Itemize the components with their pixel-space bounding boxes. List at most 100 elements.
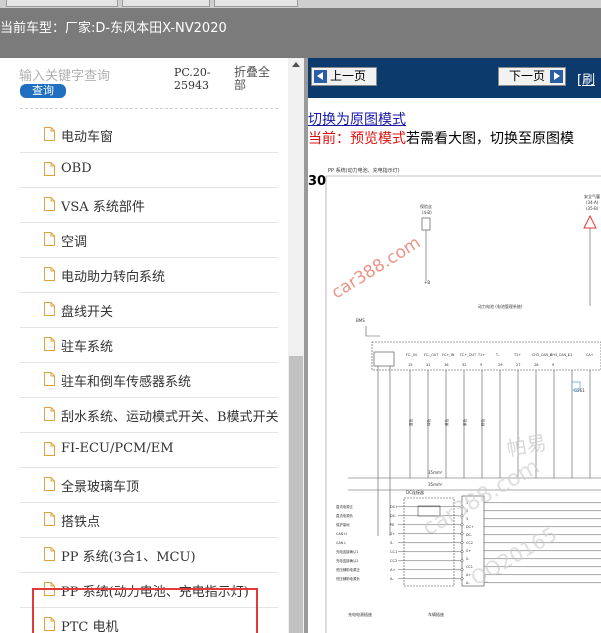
tree-item-label: 驻车和倒车传感器系统 <box>61 375 192 390</box>
prev-page-button[interactable]: 上一页 <box>311 67 377 86</box>
tree-item[interactable]: 空调 <box>20 223 278 258</box>
dc-left-pin: S- <box>390 541 394 545</box>
toolbar-tab[interactable] <box>6 0 118 7</box>
connector-pin-name: CA+ <box>586 353 594 357</box>
dc-connector-label: DC连接器 <box>406 489 424 495</box>
wire-color-label: 紫色 <box>462 418 467 426</box>
wire-size-label: 35mm² <box>428 470 443 475</box>
tree-item-label: PTC 电机 <box>61 620 119 633</box>
tree-item-label: PP 系统(3合1、MCU) <box>61 550 196 565</box>
dc-left-pin: CC2 <box>390 559 397 563</box>
dc-left-pin: CC1 <box>390 550 397 554</box>
tree-item[interactable]: PP 系统(3合1、MCU) <box>20 538 278 573</box>
tree-item-label: 刮水系统、运动模式开关、B模式开关 <box>61 410 279 425</box>
switch-original-mode-link[interactable]: 切换为原图模式 <box>308 109 406 129</box>
connector-pin-name: FC-_OUT <box>424 353 439 357</box>
wiring-diagram[interactable]: PP 系统(动力电池、充电指示灯) 30 保险丝 (4-B) +B 安全气囊 (… <box>308 156 601 633</box>
tree-item-label: 搭铁点 <box>61 515 101 530</box>
tree-item-label: PP 系统(动力电池、充电指示灯) <box>61 585 249 600</box>
tree-item-label: OBD <box>61 161 92 176</box>
wire-color-label: 蓝色 <box>408 418 413 426</box>
tree-item[interactable]: 电动助力转向系统 <box>20 258 278 293</box>
bms-label: BMS <box>356 318 365 323</box>
toolbar-tab[interactable] <box>122 0 210 7</box>
tree-item[interactable]: 刮水系统、运动模式开关、B模式开关 <box>20 398 279 433</box>
tree-item-label: 空调 <box>61 235 88 250</box>
dc-left-label: 充电连接确认1 <box>336 549 359 554</box>
dc-left-label: CAN H <box>336 532 347 536</box>
toolbar-tab[interactable] <box>214 0 298 7</box>
dc-right-pin: S+ <box>466 549 471 553</box>
section-label: 动力电池 (电池管理系统) <box>478 303 523 309</box>
connector-pin-number: 27 <box>516 363 521 367</box>
refresh-link[interactable]: [刷 <box>577 69 595 88</box>
tree-item[interactable]: OBD <box>20 153 278 188</box>
dc-right-pin: S- <box>466 557 470 561</box>
connector-pin-name: C2 <box>568 353 573 357</box>
dc-left-pin: A- <box>390 577 394 581</box>
viewer-nav-bar: 上一页 下一页 [刷 <box>308 58 601 98</box>
vehicle-label: 当前车型： <box>0 21 66 36</box>
tree-item[interactable]: 驻车和倒车传感器系统 <box>20 363 278 398</box>
tree-item[interactable]: 搭铁点 <box>20 503 278 538</box>
connector-pins: FC-_IN FC-_OUT FC+_IN FC+_OUT T1+ T- T2+ CH3_CA… <box>406 353 594 367</box>
tree-item[interactable]: 盘线开关 <box>20 293 278 328</box>
prev-page-label: 上一页 <box>330 69 367 83</box>
tree-item-label: 电动车窗 <box>61 130 114 145</box>
dc-left-pin: A+ <box>390 568 395 572</box>
connector-pin-number: 31 <box>426 363 431 367</box>
dc-right-pin: CC2 <box>466 541 473 545</box>
tree-item[interactable]: 驻车系统 <box>20 328 278 363</box>
sidebar-scrollbar[interactable] <box>288 58 304 633</box>
dc-left-label: 保护接地 <box>336 522 350 527</box>
connector-pin-number: 5 <box>480 363 482 367</box>
tree-item[interactable]: FI-ECU/PCM/EM <box>20 433 278 468</box>
query-button[interactable]: 查询 <box>20 84 66 98</box>
scroll-thumb[interactable] <box>289 356 303 633</box>
next-page-label: 下一页 <box>509 69 546 83</box>
mode-status: 当前：预览模式若需看大图，切换至原图模 <box>308 128 574 148</box>
tree-item-label: VSA 系统部件 <box>61 200 145 215</box>
dc-right-pin: DC- <box>466 533 473 537</box>
watermark-faint-3: QQ20165 <box>467 522 561 590</box>
diagram-title: PP 系统(动力电池、充电指示灯) <box>328 167 400 174</box>
connector-pin-name: FC+_IN <box>442 353 455 357</box>
tree-item-label: 盘线开关 <box>61 305 114 320</box>
scroll-up-arrow-icon[interactable] <box>292 62 300 67</box>
dc-left-pin: PE <box>390 523 395 527</box>
watermark-main: car388.com <box>328 233 424 303</box>
diagram-viewer: 上一页 下一页 [刷 切换为原图模式 当前：预览模式若需看大图，切换至原图模 P… <box>308 58 601 633</box>
dc-pin-dot <box>460 577 464 581</box>
wire-size-label-2: 35mm² <box>428 482 443 487</box>
connector-pin-name: FC-_IN <box>406 353 417 357</box>
bottom-label-1: 充电电源插座 <box>348 611 372 617</box>
tree-item[interactable]: 电动车窗 <box>20 118 278 153</box>
dc-left-label: CAN L <box>336 541 346 545</box>
dc-left-pin: DC- <box>390 514 397 518</box>
bottom-label-2: 车辆插座 <box>428 611 444 617</box>
right-label-2: (34-A) <box>586 200 599 205</box>
bms-box <box>373 351 395 367</box>
tree-item[interactable]: 全景玻璃车顶 <box>20 468 278 503</box>
dc-pin-dot <box>460 568 464 572</box>
collapse-all-button[interactable]: 折叠全部 <box>234 66 278 92</box>
tree-item[interactable]: VSA 系统部件 <box>20 188 278 223</box>
dc-pin-dot <box>460 541 464 545</box>
catalog-tree: 电动车窗 OBD VSA 系统部件 空调电动助力转向系统盘线开关驻车系统驻车和倒车传感… <box>20 118 279 633</box>
connector-pin-number: 16 <box>444 363 449 367</box>
connector-pin-name: CH3_CAN_L <box>550 353 570 357</box>
tree-item[interactable]: PP 系统(动力电池、充电指示灯) <box>20 573 278 608</box>
dc-pin-dot <box>460 532 464 536</box>
dc-left-label: 低压辅助电源负 <box>336 576 360 581</box>
dc-left-label: 充电连接确认2 <box>336 558 359 563</box>
dc-left-label: 直流电源正 <box>336 504 354 509</box>
dc-pin-dot <box>460 559 464 563</box>
next-page-button[interactable]: 下一页 <box>498 67 566 86</box>
dc-right-pin: A- <box>466 581 470 585</box>
tree-item[interactable]: PTC 电机 <box>20 608 278 633</box>
connector-pin-number: 29 <box>498 363 503 367</box>
connector-pin-name: T- <box>495 353 500 357</box>
document-code: PC.20-25943 <box>174 66 211 92</box>
divider <box>20 108 278 109</box>
wire-color-label: 绿色 <box>426 418 431 426</box>
